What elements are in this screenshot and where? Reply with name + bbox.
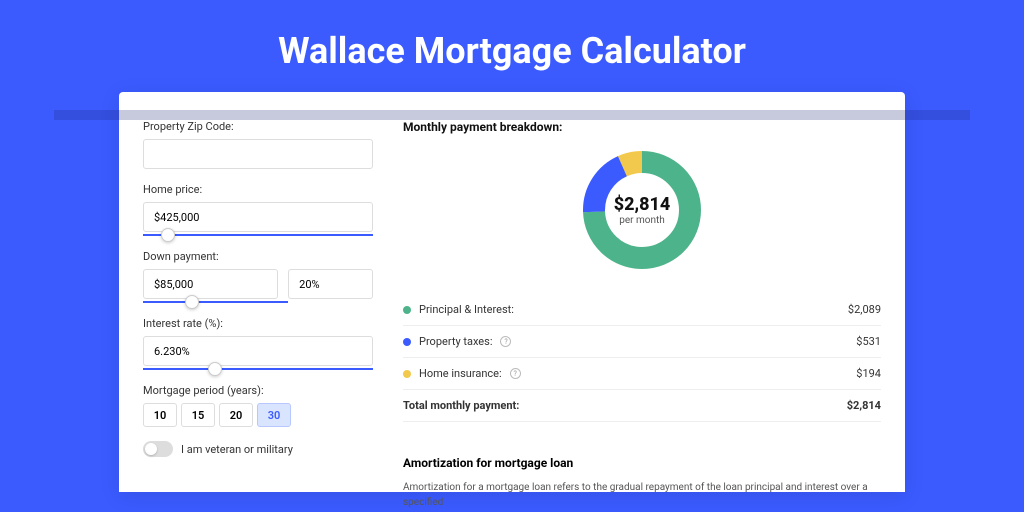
- donut-period: per month: [614, 215, 671, 226]
- dot-icon: [403, 338, 411, 346]
- period-20-button[interactable]: 20: [219, 403, 253, 427]
- period-buttons: 10 15 20 30: [143, 403, 373, 427]
- zip-input[interactable]: [143, 139, 373, 169]
- taxes-value: $531: [856, 335, 881, 348]
- zip-field-group: Property Zip Code:: [143, 120, 373, 169]
- zip-label: Property Zip Code:: [143, 120, 373, 133]
- period-label: Mortgage period (years):: [143, 384, 373, 397]
- down-label: Down payment:: [143, 250, 373, 263]
- page-title: Wallace Mortgage Calculator: [0, 0, 1024, 92]
- veteran-row: I am veteran or military: [143, 441, 373, 457]
- donut-center: $2,814 per month: [614, 194, 671, 226]
- principal-label: Principal & Interest:: [419, 303, 514, 316]
- calculator-card: Property Zip Code: Home price: Down paym…: [119, 92, 905, 492]
- down-percent-input[interactable]: [288, 269, 373, 299]
- rate-input[interactable]: [143, 336, 373, 366]
- veteran-toggle[interactable]: [143, 441, 173, 457]
- price-label: Home price:: [143, 183, 373, 196]
- donut-amount: $2,814: [614, 194, 671, 215]
- breakdown-panel: Monthly payment breakdown: $2,814 per mo…: [393, 120, 881, 492]
- insurance-label: Home insurance:: [419, 367, 502, 380]
- total-value: $2,814: [847, 399, 881, 412]
- info-icon[interactable]: ?: [510, 368, 521, 379]
- rate-label: Interest rate (%):: [143, 317, 373, 330]
- donut-chart-wrap: $2,814 per month: [403, 146, 881, 274]
- price-input[interactable]: [143, 202, 373, 232]
- rate-slider[interactable]: [143, 368, 373, 370]
- rate-field-group: Interest rate (%):: [143, 317, 373, 370]
- breakdown-row-total: Total monthly payment: $2,814: [403, 390, 881, 422]
- principal-value: $2,089: [848, 303, 881, 316]
- breakdown-title: Monthly payment breakdown:: [403, 120, 881, 134]
- donut-chart: $2,814 per month: [578, 146, 706, 274]
- price-slider[interactable]: [143, 234, 373, 236]
- period-field-group: Mortgage period (years): 10 15 20 30: [143, 384, 373, 427]
- price-field-group: Home price:: [143, 183, 373, 236]
- down-slider[interactable]: [143, 301, 288, 303]
- breakdown-row-principal: Principal & Interest: $2,089: [403, 294, 881, 326]
- taxes-label: Property taxes:: [419, 335, 492, 348]
- amortization-text: Amortization for a mortgage loan refers …: [403, 480, 881, 510]
- down-amount-input[interactable]: [143, 269, 278, 299]
- amortization-title: Amortization for mortgage loan: [403, 456, 881, 470]
- amortization-section: Amortization for mortgage loan Amortizat…: [403, 442, 881, 510]
- dot-icon: [403, 306, 411, 314]
- veteran-label: I am veteran or military: [181, 443, 293, 456]
- breakdown-row-taxes: Property taxes: ? $531: [403, 326, 881, 358]
- form-panel: Property Zip Code: Home price: Down paym…: [143, 120, 393, 492]
- period-30-button[interactable]: 30: [257, 403, 291, 427]
- total-label: Total monthly payment:: [403, 399, 519, 412]
- info-icon[interactable]: ?: [500, 336, 511, 347]
- insurance-value: $194: [856, 367, 881, 380]
- dot-icon: [403, 370, 411, 378]
- period-15-button[interactable]: 15: [181, 403, 215, 427]
- breakdown-row-insurance: Home insurance: ? $194: [403, 358, 881, 390]
- decorative-shadow: [54, 110, 970, 120]
- down-field-group: Down payment:: [143, 250, 373, 303]
- period-10-button[interactable]: 10: [143, 403, 177, 427]
